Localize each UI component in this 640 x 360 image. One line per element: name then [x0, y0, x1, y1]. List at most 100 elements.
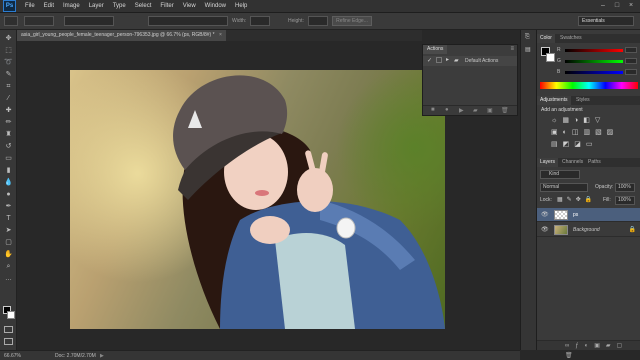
zoom-level[interactable]: 66.67% — [4, 351, 21, 360]
lock-icons[interactable]: ▦✎✥🔒 — [557, 196, 596, 203]
healing-brush-tool-icon[interactable]: ✚ — [3, 106, 14, 115]
blur-tool-icon[interactable]: 💧 — [3, 178, 14, 187]
workspace-select[interactable]: Essentials — [578, 16, 634, 26]
adjustment-icons-row-2[interactable]: ▣◐◫▥▧▨ — [551, 128, 618, 136]
blend-mode-label: Normal — [543, 184, 560, 190]
properties-panel-icon[interactable]: ▤ — [525, 46, 531, 53]
clone-stamp-tool-icon[interactable]: ♜ — [3, 130, 14, 139]
blend-mode-select[interactable]: Normal — [540, 183, 588, 192]
red-slider-row[interactable]: R — [557, 47, 639, 53]
more-tools-icon[interactable]: … — [3, 274, 14, 283]
selection-mode-icons[interactable] — [24, 16, 54, 26]
eyedropper-tool-icon[interactable]: ⁄ — [3, 94, 14, 103]
new-set-icon[interactable]: ▰ — [473, 107, 478, 114]
doc-size[interactable]: Doc: 2.70M/2.70M — [55, 351, 96, 360]
crop-tool-icon[interactable]: ⌗ — [3, 82, 14, 91]
layer-row-ps[interactable]: 👁 ps — [537, 208, 640, 222]
quick-select-tool-icon[interactable]: ✎ — [3, 70, 14, 79]
eraser-tool-icon[interactable]: ▭ — [3, 154, 14, 163]
red-slider[interactable] — [565, 49, 623, 52]
menu-view[interactable]: View — [183, 3, 196, 9]
pen-tool-icon[interactable]: ✒ — [3, 202, 14, 211]
tab-adjustments[interactable]: Adjustments — [537, 96, 571, 105]
tab-layers[interactable]: Layers — [537, 158, 559, 167]
shape-tool-icon[interactable]: ▢ — [3, 238, 14, 247]
record-icon[interactable]: ● — [445, 107, 449, 113]
actions-tab[interactable]: Actions — [423, 45, 448, 54]
tab-swatches[interactable]: Swatches — [557, 34, 585, 43]
menu-window[interactable]: Window — [205, 3, 226, 9]
refine-edge-button[interactable]: Refine Edge... — [332, 16, 372, 26]
dodge-tool-icon[interactable]: ● — [3, 190, 14, 199]
green-slider[interactable] — [565, 60, 623, 63]
path-select-tool-icon[interactable]: ➤ — [3, 226, 14, 235]
menu-image[interactable]: Image — [63, 3, 80, 9]
eye-icon[interactable]: 👁 — [541, 226, 549, 233]
document-image[interactable] — [70, 70, 445, 329]
feather-field[interactable] — [64, 16, 114, 26]
new-action-icon[interactable]: ▣ — [487, 107, 493, 114]
document-tab[interactable]: asia_girl_young_people_female_teenager_p… — [17, 30, 226, 41]
menu-filter[interactable]: Filter — [160, 3, 173, 9]
quick-mask-icon[interactable] — [4, 326, 13, 333]
toggle-item-icon[interactable]: ✓ — [427, 57, 432, 64]
color-background-swatch[interactable] — [546, 53, 555, 62]
menu-layer[interactable]: Layer — [89, 3, 104, 9]
green-slider-row[interactable]: G — [557, 58, 639, 64]
tab-color[interactable]: Color — [537, 34, 555, 43]
history-brush-tool-icon[interactable]: ↺ — [3, 142, 14, 151]
lasso-tool-icon[interactable]: ➰ — [3, 58, 14, 67]
move-tool-icon[interactable]: ✥ — [3, 34, 14, 43]
menu-type[interactable]: Type — [113, 3, 126, 9]
style-select[interactable] — [148, 16, 228, 26]
maximize-icon[interactable]: □ — [613, 2, 621, 10]
red-value[interactable] — [625, 47, 637, 53]
minimize-icon[interactable]: – — [599, 2, 607, 10]
history-panel-icon[interactable]: ⎘ — [525, 34, 530, 41]
fill-field[interactable]: 100% — [615, 196, 635, 205]
expand-arrow-icon[interactable]: ▸ — [446, 56, 449, 63]
type-tool-icon[interactable]: T — [3, 214, 14, 223]
marquee-tool-preset-icon[interactable] — [4, 16, 18, 26]
action-set-row[interactable]: ✓ ▸ ▰ Default Actions — [423, 56, 517, 66]
blue-value[interactable] — [625, 69, 637, 75]
menu-select[interactable]: Select — [135, 3, 152, 9]
close-tab-icon[interactable]: × — [219, 32, 222, 38]
background-color-swatch[interactable] — [7, 311, 15, 319]
play-icon[interactable]: ▶ — [459, 107, 464, 114]
menu-file[interactable]: File — [25, 3, 35, 9]
marquee-tool-icon[interactable]: ⬚ — [3, 46, 14, 55]
blue-slider-row[interactable]: B — [557, 69, 639, 75]
layer-row-background[interactable]: 👁 Background 🔒 — [537, 223, 640, 237]
opacity-label: Opacity: — [595, 184, 614, 190]
color-spectrum[interactable] — [540, 82, 638, 89]
photoshop-logo[interactable]: Ps — [3, 0, 16, 12]
zoom-tool-icon[interactable]: ⌕ — [3, 262, 14, 271]
status-menu-arrow-icon[interactable]: ▶ — [100, 351, 104, 360]
width-field[interactable] — [250, 16, 270, 26]
adjustment-icons-row-3[interactable]: ▤◩◪▭ — [551, 140, 597, 148]
green-value[interactable] — [625, 58, 637, 64]
opacity-field[interactable]: 100% — [615, 183, 635, 192]
hand-tool-icon[interactable]: ✋ — [3, 250, 14, 259]
delete-icon[interactable]: 🗑 — [501, 107, 509, 114]
brush-tool-icon[interactable]: ✏ — [3, 118, 14, 127]
stop-icon[interactable]: ■ — [431, 107, 435, 113]
layer-filter-select[interactable]: Kind — [540, 170, 580, 179]
menu-help[interactable]: Help — [235, 3, 247, 9]
panel-menu-icon[interactable]: ≡ — [510, 46, 514, 52]
screen-mode-icon[interactable] — [4, 338, 13, 345]
eye-icon[interactable]: 👁 — [541, 211, 549, 218]
menu-edit[interactable]: Edit — [44, 3, 54, 9]
tab-paths[interactable]: Paths — [585, 158, 604, 167]
height-field[interactable] — [308, 16, 328, 26]
gradient-tool-icon[interactable]: ▮ — [3, 166, 14, 175]
blue-slider[interactable] — [565, 71, 623, 74]
layers-footer-icons[interactable]: ∞ƒ◐▣▰▢🗑 — [537, 340, 640, 359]
adjustment-icons-row-1[interactable]: ☼▦◑◧▽ — [551, 116, 605, 124]
tab-channels[interactable]: Channels — [559, 158, 586, 167]
layer-thumbnail — [554, 210, 568, 220]
close-icon[interactable]: × — [627, 2, 635, 10]
tab-styles[interactable]: Styles — [573, 96, 593, 105]
dialog-toggle-icon[interactable] — [436, 57, 442, 63]
